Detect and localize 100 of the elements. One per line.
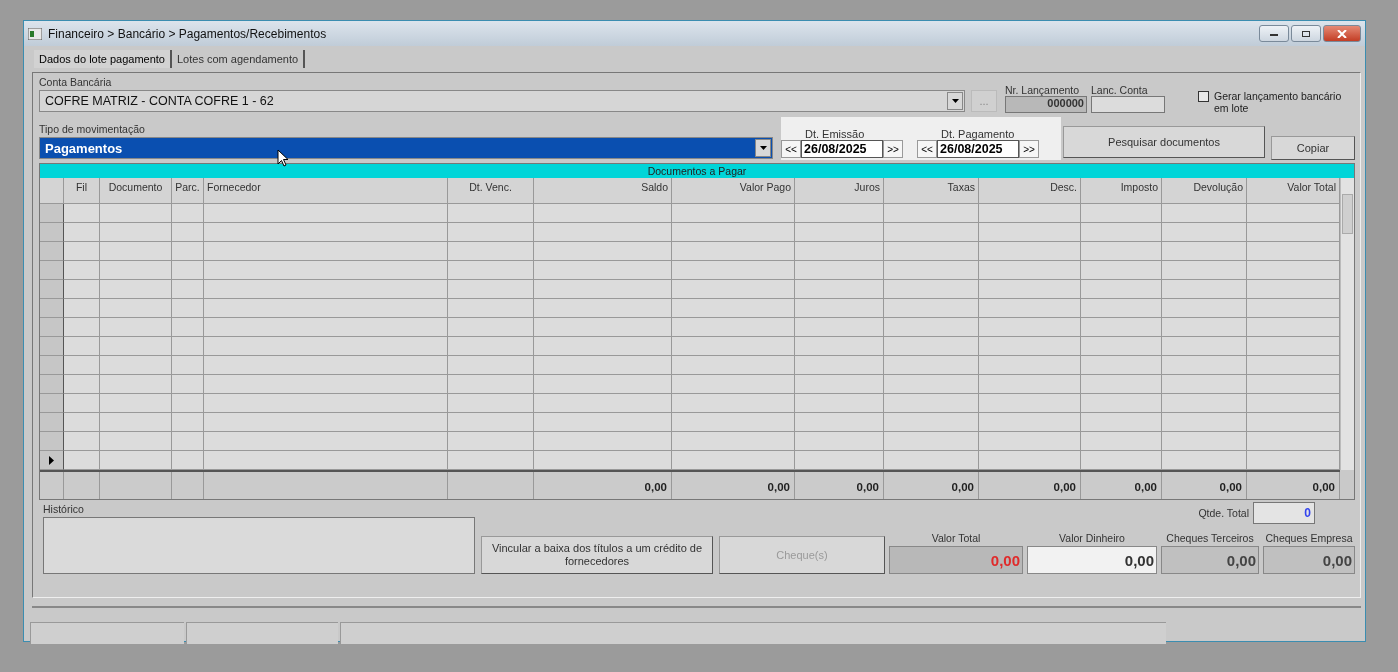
row-header-cell[interactable]: [40, 337, 64, 356]
row-header-cell[interactable]: [40, 280, 64, 299]
field-label: Dt. Pagamento: [940, 128, 1016, 140]
table-cell: [172, 280, 204, 299]
table-cell: [172, 204, 204, 223]
maximize-button[interactable]: [1291, 25, 1321, 42]
amount-field: 0,00: [1263, 546, 1355, 574]
app-icon: [28, 27, 42, 40]
current-row-icon: [49, 455, 54, 465]
history-text-area[interactable]: [43, 517, 475, 574]
column-header[interactable]: Devolução: [1162, 178, 1247, 204]
table-cell: [64, 375, 100, 394]
column-header[interactable]: Valor Total: [1247, 178, 1340, 204]
table-cell: [64, 242, 100, 261]
column-header[interactable]: Documento: [100, 178, 172, 204]
table-cell: [172, 318, 204, 337]
checkbox[interactable]: [1198, 91, 1209, 102]
row-header-cell[interactable]: [40, 394, 64, 413]
table-cell: [64, 451, 100, 470]
field-label: Lanc. Conta: [1091, 84, 1149, 96]
field-label: Tipo de movimentação: [39, 123, 146, 135]
table-cell: [100, 413, 172, 432]
amount-field[interactable]: 0,00: [1027, 546, 1157, 574]
copy-button[interactable]: Copiar: [1271, 136, 1355, 160]
mouse-cursor-icon: [277, 149, 289, 167]
column-header[interactable]: Juros: [795, 178, 884, 204]
total-quantity-field: 0: [1253, 502, 1315, 524]
field-label: Histórico: [43, 503, 85, 515]
row-header-cell[interactable]: [40, 242, 64, 261]
column-header[interactable]: Dt. Venc.: [448, 178, 534, 204]
table-cell: [64, 318, 100, 337]
column-header[interactable]: Valor Pago: [672, 178, 795, 204]
date-field[interactable]: 26/08/2025: [937, 140, 1019, 158]
table-cell: [100, 451, 172, 470]
field-label: Cheques Terceiros: [1166, 532, 1254, 544]
table-cell: [172, 356, 204, 375]
entry-number-field[interactable]: 000000: [1005, 96, 1087, 113]
maximize-icon: [1301, 29, 1311, 38]
row-header-cell[interactable]: [40, 261, 64, 280]
column-header[interactable]: Imposto: [1081, 178, 1162, 204]
table-cell: [64, 261, 100, 280]
account-dropdown[interactable]: COFRE MATRIZ - CONTA COFRE 1 - 62: [39, 90, 965, 112]
scrollbar[interactable]: [1340, 178, 1354, 470]
table-title: Documentos a Pagar: [40, 164, 1354, 178]
table-cell: [172, 451, 204, 470]
previous-date-button[interactable]: <<: [917, 140, 937, 158]
column-header[interactable]: Fornecedor: [204, 178, 448, 204]
next-date-button[interactable]: >>: [1019, 140, 1039, 158]
field-label: Valor Dinheiro: [1059, 532, 1125, 544]
scroll-thumb[interactable]: [1342, 194, 1353, 234]
table-cell: [172, 261, 204, 280]
row-header-cell[interactable]: [40, 223, 64, 242]
close-button[interactable]: [1323, 25, 1361, 42]
field-label: Cheques Empresa: [1265, 532, 1353, 544]
row-header-cell[interactable]: [40, 204, 64, 223]
table-cell: [100, 356, 172, 375]
column-header[interactable]: Desc.: [979, 178, 1081, 204]
table-cell: [100, 242, 172, 261]
table-cell: [64, 280, 100, 299]
field-label: Nr. Lançamento: [1005, 84, 1081, 96]
tab[interactable]: Lotes com agendamento: [172, 50, 306, 68]
table-cell: [172, 413, 204, 432]
row-header-cell[interactable]: [40, 375, 64, 394]
checkbox-label: Gerar lançamento bancário em lote: [1214, 90, 1343, 114]
table-cell: [172, 432, 204, 451]
minimize-button[interactable]: [1259, 25, 1289, 42]
column-header[interactable]: Saldo: [534, 178, 672, 204]
table-cell: [100, 261, 172, 280]
table-cell: [100, 204, 172, 223]
table-cell: [100, 318, 172, 337]
field-label: Dt. Emissão: [804, 128, 866, 140]
table-cell: [64, 394, 100, 413]
search-documents-button[interactable]: Pesquisar documentos: [1063, 126, 1265, 158]
table-cell: [172, 299, 204, 318]
column-header[interactable]: Fil: [64, 178, 100, 204]
table-cell: [64, 432, 100, 451]
column-header[interactable]: Taxas: [884, 178, 979, 204]
date-field[interactable]: 26/08/2025: [801, 140, 883, 158]
field-label: Valor Total: [931, 532, 981, 544]
table-cell: [100, 394, 172, 413]
column-header[interactable]: Parc.: [172, 178, 204, 204]
previous-date-button[interactable]: <<: [781, 140, 801, 158]
table-cell: [64, 413, 100, 432]
row-header-cell[interactable]: [40, 413, 64, 432]
table-cell: [172, 394, 204, 413]
row-header-cell: [40, 178, 64, 204]
row-header-cell[interactable]: [40, 299, 64, 318]
next-date-button[interactable]: >>: [883, 140, 903, 158]
row-header-cell[interactable]: [40, 318, 64, 337]
table-cell: [64, 356, 100, 375]
table-cell: [172, 242, 204, 261]
table-cell: [172, 337, 204, 356]
table-cell: [100, 280, 172, 299]
link-credit-button[interactable]: Vincular a baixa dos títulos a um crédito de fornecedores: [481, 536, 713, 574]
account-entry-field[interactable]: [1091, 96, 1165, 113]
row-header-cell[interactable]: [40, 356, 64, 375]
row-header-cell[interactable]: [40, 451, 64, 470]
tab[interactable]: Dados do lote pagamento: [34, 50, 172, 68]
row-header-cell[interactable]: [40, 432, 64, 451]
table-cell: [100, 299, 172, 318]
